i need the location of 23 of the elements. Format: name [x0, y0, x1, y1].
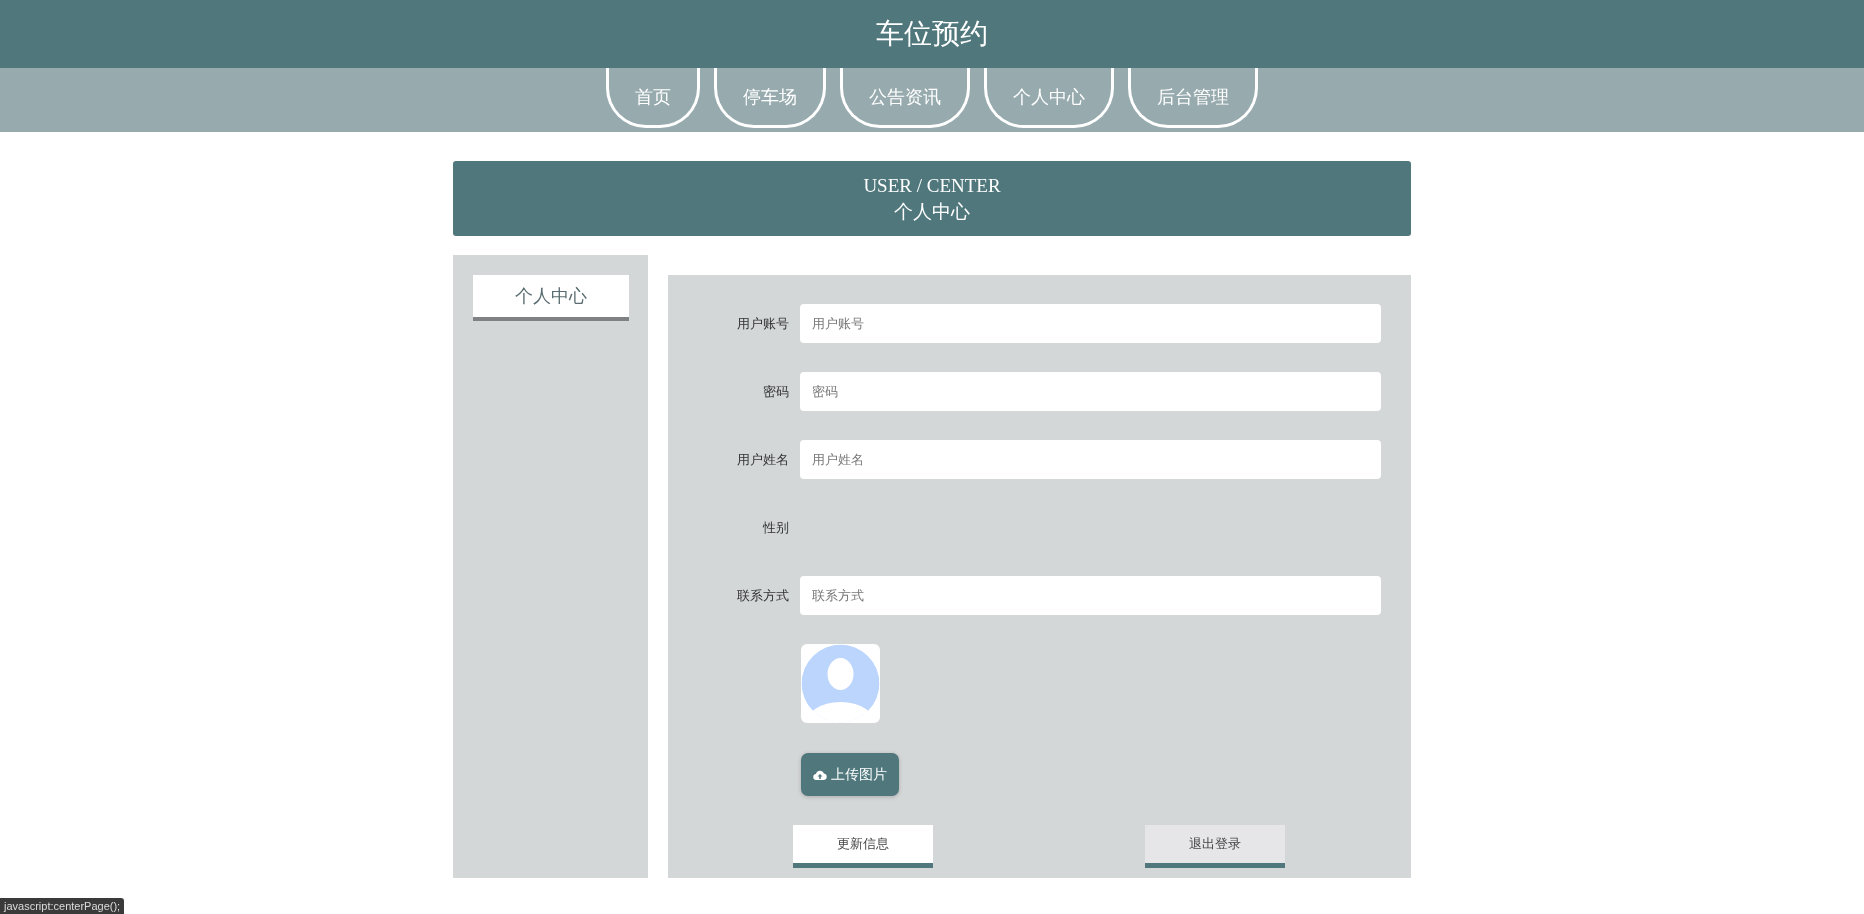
- site-title: 车位预约: [876, 17, 988, 51]
- form-button[interactable]: 更新信息: [793, 825, 933, 868]
- nav-tab[interactable]: 个人中心: [984, 68, 1114, 128]
- field-label: 联系方式: [736, 586, 790, 605]
- nav-tab[interactable]: 后台管理: [1128, 68, 1258, 128]
- input-field[interactable]: 用户姓名: [800, 440, 1381, 479]
- banner-title: 个人中心: [894, 199, 970, 224]
- nav-tab[interactable]: 公告资讯: [840, 68, 970, 128]
- field-label: 密码: [762, 382, 790, 401]
- nav-tab[interactable]: 首页: [606, 68, 700, 128]
- input-field[interactable]: 用户账号: [800, 304, 1381, 343]
- banner-subtitle: USER / CENTER: [863, 173, 1001, 198]
- field-label: 用户姓名: [736, 450, 790, 469]
- field-label: 用户账号: [736, 314, 790, 333]
- upload-button[interactable]: 上传图片: [801, 753, 899, 796]
- input-field[interactable]: 联系方式: [800, 576, 1381, 615]
- status-bar-url: javascript:centerPage();: [0, 898, 125, 914]
- form-button[interactable]: 退出登录: [1145, 825, 1285, 868]
- field-label: 性别: [762, 518, 790, 537]
- input-field[interactable]: 密码: [800, 372, 1381, 411]
- nav-tab[interactable]: 停车场: [714, 68, 826, 128]
- sidebar-item[interactable]: 个人中心: [472, 275, 629, 321]
- cloud-upload-icon: [813, 768, 827, 781]
